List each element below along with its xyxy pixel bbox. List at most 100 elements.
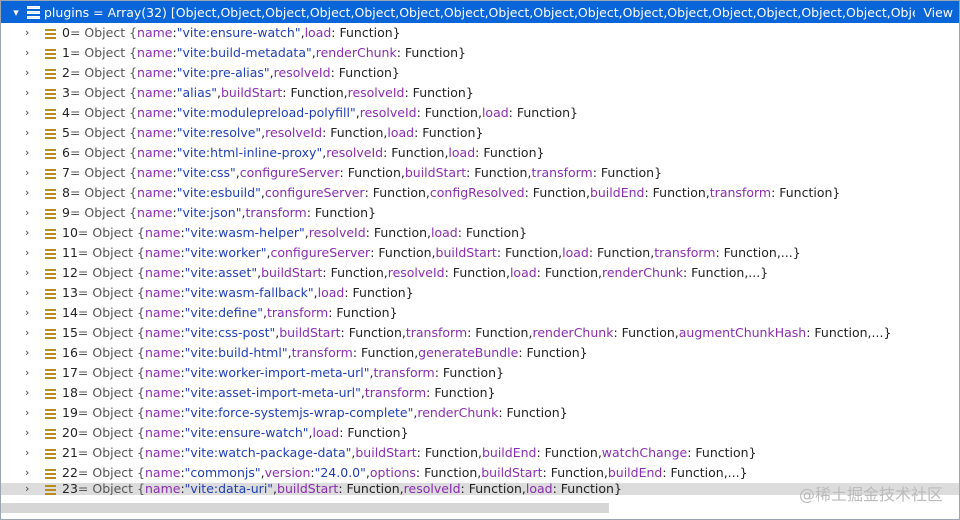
chevron-right-icon[interactable]: › [25, 423, 37, 443]
list-item[interactable]: › 21 = Object {name: "vite:watch-package-… [1, 443, 959, 463]
list-item[interactable]: › 6 = Object {name: "vite:html-inline-pro… [1, 143, 959, 163]
text-fragment: : Function} [426, 385, 496, 400]
list-item[interactable]: › 13 = Object {name: "vite:wasm-fallback"… [1, 283, 959, 303]
list-item[interactable]: › 11 = Object {name: "vite:worker", config… [1, 243, 959, 263]
list-item[interactable]: › 12 = Object {name: "vite:asset", buildSt… [1, 263, 959, 283]
property-value: "vite:json" [176, 205, 242, 220]
property-name: renderChunk [602, 265, 683, 280]
chevron-right-icon[interactable]: › [25, 43, 37, 63]
item-type: = Object { [77, 225, 145, 240]
chevron-right-icon[interactable]: › [25, 223, 37, 243]
item-index: 19 [62, 405, 78, 420]
chevron-right-icon[interactable]: › [25, 483, 37, 495]
view-button[interactable]: View [915, 5, 959, 20]
list-item[interactable]: › 14 = Object {name: "vite:define", transf… [1, 303, 959, 323]
list-item[interactable]: › 19 = Object {name: "vite:force-systemjs… [1, 403, 959, 423]
list-item[interactable]: › 17 = Object {name: "vite:worker-import-… [1, 363, 959, 383]
chevron-right-icon[interactable]: › [25, 443, 37, 463]
chevron-down-icon[interactable]: ▾ [9, 6, 23, 19]
chevron-right-icon[interactable]: › [25, 383, 37, 403]
chevron-right-icon[interactable]: › [25, 63, 37, 83]
horizontal-scrollbar[interactable] [1, 503, 609, 513]
chevron-right-icon[interactable]: › [25, 263, 37, 283]
property-name: load [431, 225, 458, 240]
property-value: "vite:asset-import-meta-url" [184, 385, 361, 400]
list-item[interactable]: › 4 = Object {name: "vite:modulepreload-p… [1, 103, 959, 123]
text-fragment: : Function, [524, 185, 590, 200]
item-index: 23 [62, 483, 78, 495]
item-type: = Object { [69, 65, 138, 80]
text-fragment: : Function} [339, 425, 409, 440]
text-fragment: : Function, [460, 483, 526, 495]
chevron-right-icon[interactable]: › [25, 83, 37, 103]
list-item[interactable]: › 15 = Object {name: "vite:css-post", buil… [1, 323, 959, 343]
list-item[interactable]: › 22 = Object {name: "commonjs", version: … [1, 463, 959, 483]
list-item[interactable]: › 2 = Object {name: "vite:pre-alias", reso… [1, 63, 959, 83]
text-fragment: : Function, [282, 85, 348, 100]
text-fragment: : Function} [508, 105, 578, 120]
list-item[interactable]: › 16 = Object {name: "vite:build-html", tr… [1, 343, 959, 363]
list-item[interactable]: › 9 = Object {name: "vite:json", transform… [1, 203, 959, 223]
object-icon [45, 428, 56, 439]
property-name: load [317, 285, 345, 300]
chevron-right-icon[interactable]: › [25, 323, 37, 343]
list-item[interactable]: › 0 = Object {name: "vite:ensure-watch", l… [1, 23, 959, 43]
item-index: 13 [62, 285, 78, 300]
property-name: resolveId [387, 265, 445, 280]
chevron-right-icon[interactable]: › [25, 103, 37, 123]
chevron-right-icon[interactable]: › [25, 363, 37, 383]
property-name: resolveId [403, 483, 461, 495]
property-name: renderChunk [417, 405, 499, 420]
property-name: name [137, 105, 173, 120]
chevron-right-icon[interactable]: › [25, 163, 37, 183]
text-fragment: : Function, [383, 145, 449, 160]
text-fragment: : Function, [365, 225, 431, 240]
list-item[interactable]: › 7 = Object {name: "vite:css", configureS… [1, 163, 959, 183]
list-item[interactable]: › 10 = Object {name: "vite:wasm-helper", r… [1, 223, 959, 243]
text-fragment: : Function} [414, 125, 484, 140]
text-fragment: : Function, [338, 483, 404, 495]
text-fragment: : Function, [322, 125, 388, 140]
list-item[interactable]: › 18 = Object {name: "vite:asset-import-m… [1, 383, 959, 403]
chevron-right-icon[interactable]: › [25, 283, 37, 303]
list-item[interactable]: › 3 = Object {name: "alias", buildStart: F… [1, 83, 959, 103]
chevron-right-icon[interactable]: › [25, 303, 37, 323]
property-value: "alias" [176, 85, 217, 100]
item-index: 9 [62, 205, 70, 220]
chevron-right-icon[interactable]: › [25, 343, 37, 363]
item-index: 2 [62, 65, 70, 80]
object-icon [45, 408, 56, 419]
list-item[interactable]: › 5 = Object {name: "vite:resolve", resolv… [1, 123, 959, 143]
text-fragment: : Function} [518, 345, 588, 360]
property-name: buildStart [261, 265, 323, 280]
property-name: name [145, 225, 181, 240]
list-item[interactable]: › 1 = Object {name: "vite:build-metadata"… [1, 43, 959, 63]
property-name: transform [364, 385, 427, 400]
chevron-right-icon[interactable]: › [25, 183, 37, 203]
plugins-array-header[interactable]: ▾ plugins = Array(32) [Object,Object,Obj… [1, 1, 959, 23]
chevron-right-icon[interactable]: › [25, 23, 37, 43]
chevron-right-icon[interactable]: › [25, 243, 37, 263]
object-icon [45, 188, 56, 199]
property-name: load [481, 105, 509, 120]
list-item[interactable]: › 20 = Object {name: "vite:ensure-watch",… [1, 423, 959, 443]
object-icon [45, 28, 56, 39]
text-fragment: : Function} [687, 445, 757, 460]
object-icon [45, 288, 56, 299]
chevron-right-icon[interactable]: › [25, 143, 37, 163]
property-name: load [304, 25, 332, 40]
chevron-right-icon[interactable]: › [25, 403, 37, 423]
chevron-right-icon[interactable]: › [25, 123, 37, 143]
property-value: "vite:build-metadata" [176, 45, 312, 60]
property-name: resolveId [308, 225, 366, 240]
chevron-right-icon[interactable]: › [25, 463, 37, 483]
list-item[interactable]: › 8 = Object {name: "vite:esbuild", config… [1, 183, 959, 203]
property-name: options [369, 465, 416, 480]
object-icon [45, 448, 56, 459]
object-icon [45, 388, 56, 399]
item-index: 22 [62, 465, 78, 480]
chevron-right-icon[interactable]: › [25, 203, 37, 223]
text-fragment: : Function} [592, 165, 663, 180]
property-name: buildEnd [481, 445, 537, 460]
property-name: renderChunk [532, 325, 614, 340]
